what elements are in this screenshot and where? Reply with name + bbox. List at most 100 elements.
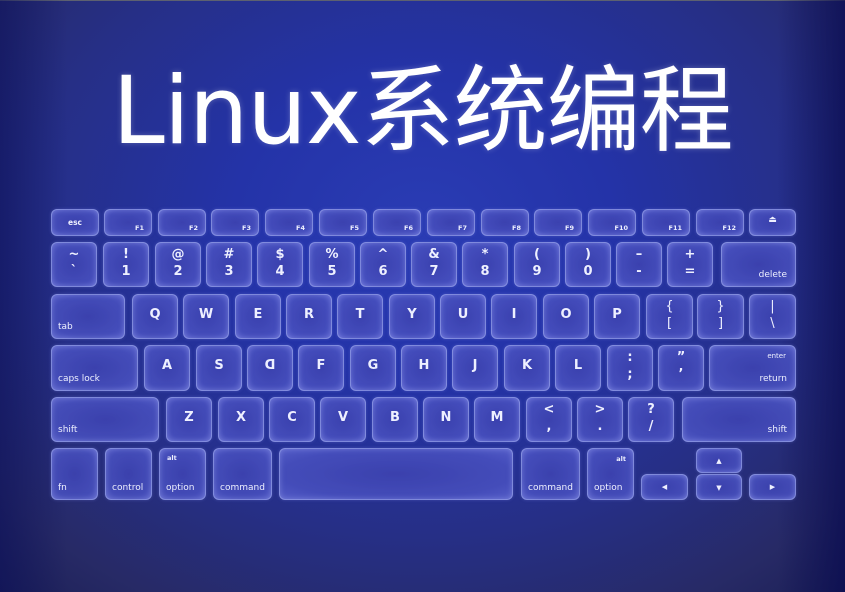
key-f4[interactable]: F4 [265,209,313,236]
key-g[interactable]: G [350,345,396,391]
key-b[interactable]: B [372,397,418,442]
key-label: ( [534,247,540,262]
key-num-10[interactable]: ) 0 [565,242,611,287]
key-semicolon[interactable]: :; [607,345,653,391]
key-f[interactable]: F [298,345,344,391]
key-return[interactable]: enter return [709,345,796,391]
key-y[interactable]: Y [389,294,435,339]
key-label: % [325,247,339,262]
key-tab[interactable]: tab [51,294,125,339]
key-num-1[interactable]: ! 1 [103,242,149,287]
key-eject[interactable]: ⏏ [749,209,796,236]
key-label: < [543,402,555,417]
key-i[interactable]: I [491,294,537,339]
key-label: F4 [296,224,305,232]
key-t[interactable]: T [337,294,383,339]
key-n[interactable]: N [423,397,469,442]
key-label: F1 [135,224,144,232]
key-j[interactable]: J [452,345,498,391]
key-num-7[interactable]: & 7 [411,242,457,287]
key-label: * [481,247,489,262]
key-d[interactable]: ᗡ [247,345,293,391]
key-q[interactable]: Q [132,294,178,339]
key-f6[interactable]: F6 [373,209,421,236]
key-l[interactable]: L [555,345,601,391]
key-comma[interactable]: <, [526,397,572,442]
key-left-option[interactable]: alt option [159,448,206,500]
key-f9[interactable]: F9 [534,209,582,236]
key-e[interactable]: E [235,294,281,339]
key-c[interactable]: C [269,397,315,442]
key-control[interactable]: control [105,448,152,500]
key-label: T [355,307,365,322]
key-label: N [440,410,452,425]
key-label: F7 [458,224,467,232]
key-f2[interactable]: F2 [158,209,206,236]
key-right-command[interactable]: command [521,448,580,500]
key-arrow-right[interactable]: ▶ [749,474,796,500]
key-label: , [546,419,552,434]
key-arrow-up[interactable]: ▲ [696,448,742,473]
key-num-4[interactable]: $4 [257,242,303,287]
key-num-5[interactable]: % 5 [309,242,355,287]
key-right-bracket[interactable]: }] [697,294,744,339]
key-caps-lock[interactable]: caps lock [51,345,138,391]
key-left-bracket[interactable]: {[ [646,294,693,339]
key-f10[interactable]: F10 [588,209,636,236]
key-delete[interactable]: delete [721,242,796,287]
key-label: I [511,307,517,322]
key-label: U [457,307,469,322]
key-label: M [490,410,504,425]
key-p[interactable]: P [594,294,640,339]
key-label: ’ [678,367,684,382]
key-o[interactable]: O [543,294,589,339]
key-f11[interactable]: F11 [642,209,690,236]
key-x[interactable]: X [218,397,264,442]
key-f5[interactable]: F5 [319,209,367,236]
key-right-shift[interactable]: shift [682,397,796,442]
key-slash[interactable]: ? / [628,397,674,442]
key-m[interactable]: M [474,397,520,442]
key-space[interactable] [279,448,513,500]
key-k[interactable]: K [504,345,550,391]
key-fn[interactable]: fn [51,448,98,500]
key-arrow-left[interactable]: ◀ [641,474,688,500]
key-f8[interactable]: F8 [481,209,529,236]
key-s[interactable]: S [196,345,242,391]
key-z[interactable]: Z [166,397,212,442]
key-arrow-down[interactable]: ▼ [696,474,742,500]
key-label: ? [647,402,655,417]
key-label: 3 [224,264,234,279]
key-backslash[interactable]: | \ [749,294,796,339]
key-u[interactable]: U [440,294,486,339]
key-v[interactable]: V [320,397,366,442]
key-h[interactable]: H [401,345,447,391]
key-left-command[interactable]: command [213,448,272,500]
key-num-9[interactable]: (9 [514,242,560,287]
key-period[interactable]: >. [577,397,623,442]
key-f1[interactable]: F1 [104,209,152,236]
key-label: O [560,307,572,322]
key-num-11[interactable]: – - [616,242,662,287]
key-num-8[interactable]: * 8 [462,242,508,287]
key-f7[interactable]: F7 [427,209,475,236]
key-num-3[interactable]: #3 [206,242,252,287]
key-f3[interactable]: F3 [211,209,259,236]
key-num-2[interactable]: @2 [155,242,201,287]
key-f12[interactable]: F12 [696,209,744,236]
key-label: option [594,483,623,493]
key-left-shift[interactable]: shift [51,397,159,442]
key-num-12[interactable]: + = [667,242,713,287]
arrow-left-icon: ◀ [661,483,668,491]
key-w[interactable]: W [183,294,229,339]
key-label: { [665,299,674,314]
key-r[interactable]: R [286,294,332,339]
key-right-option[interactable]: alt option [587,448,634,500]
key-esc[interactable]: esc [51,209,99,236]
key-label: 1 [121,264,131,279]
key-num-6[interactable]: ^ 6 [360,242,406,287]
key-a[interactable]: A [144,345,190,391]
key-label: 6 [378,264,388,279]
key-backtick[interactable]: ~ ` [51,242,97,287]
key-quote[interactable]: ”’ [658,345,704,391]
